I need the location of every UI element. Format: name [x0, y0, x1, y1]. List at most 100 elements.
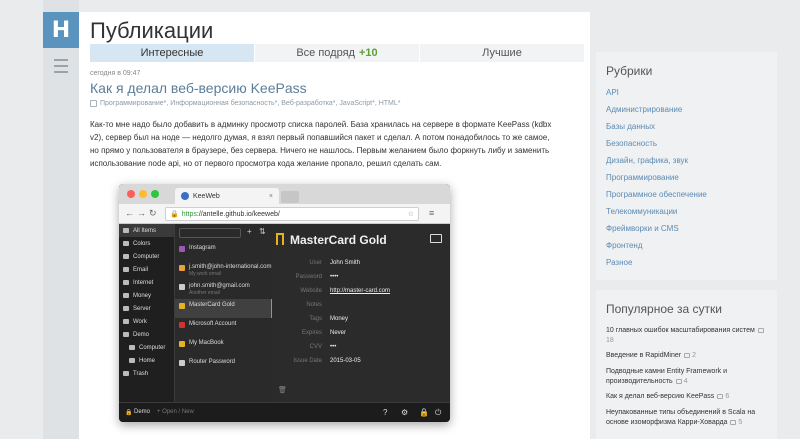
popular-title[interactable]: 10 главных ошибок масштабирования систем [606, 327, 755, 334]
list-icon [123, 228, 129, 233]
tag-icon [123, 306, 129, 311]
comments-count: 5 [730, 419, 742, 426]
sidebar-label: Trash [133, 370, 149, 377]
folder-icon [129, 358, 135, 363]
popular-heading: Популярное за сутки [606, 302, 722, 316]
sidebar-label: Computer [133, 253, 160, 260]
rubric-link[interactable]: Разное [606, 258, 632, 267]
rubric-link[interactable]: Программирование [606, 173, 679, 182]
field-label: User [309, 260, 322, 266]
forward-icon: → [137, 208, 146, 218]
entry-detail: MasterCard Gold User John Smith Password •… [272, 224, 450, 402]
list-item: Microsoft Account [175, 318, 273, 337]
popular-item[interactable]: Неупакованные типы объединений в Scala н… [606, 408, 771, 428]
popular-title[interactable]: Введение в RapidMiner [606, 352, 681, 359]
rubric-link[interactable]: Администрирование [606, 105, 682, 114]
comments-value: 4 [683, 378, 688, 385]
rubric-link[interactable]: Телекоммуникации [606, 207, 677, 216]
field-value: Money [330, 316, 349, 322]
tag-icon [123, 319, 129, 324]
entry-title: My MacBook [189, 340, 224, 346]
comments-value: 6 [725, 393, 730, 400]
rubric-link[interactable]: Безопасность [606, 139, 657, 148]
sidebar-item-computer-folder: Computer [119, 341, 174, 354]
reload-icon: ↻ [149, 208, 157, 218]
help-icon: ? [383, 408, 388, 417]
gear-icon: ⚙ [401, 408, 409, 417]
hubs-icon [90, 100, 97, 107]
entry-title: Router Password [189, 359, 236, 365]
site-logo[interactable]: H [43, 12, 79, 48]
keeweb-footer: 🔒 Demo + Open / New ? ⚙ 🔒 ⏻ [119, 402, 450, 422]
close-dot-icon [127, 190, 135, 198]
footer-open-new: + Open / New [157, 409, 194, 415]
post-text: Как-то мне надо было добавить в админку … [90, 120, 552, 168]
post-time: сегодня в 09:47 [90, 70, 141, 77]
list-item: john.smith@gmail.com Another email [175, 280, 273, 299]
entry-icon [179, 265, 185, 271]
rubric-link[interactable]: API [606, 88, 619, 97]
new-count-badge: +10 [358, 47, 378, 59]
comments-value: 2 [692, 352, 697, 359]
sort-icon: ⇅ [259, 227, 266, 236]
field-value: •••• [330, 274, 339, 280]
post: сегодня в 09:47 Как я делал веб-версию K… [90, 70, 585, 170]
browser-tab: KeeWeb × [175, 188, 279, 204]
popular-item[interactable]: Как я делал веб-версию KeePass 6 [606, 392, 771, 402]
comment-icon [757, 327, 764, 333]
field-value: John Smith [330, 260, 361, 266]
main-content: Публикации Интересные Все подряд +10 Лучш… [79, 12, 590, 439]
sidebar-label: Demo [133, 331, 150, 338]
rubric-link[interactable]: Фреймворки и CMS [606, 224, 679, 233]
entry-icon [179, 322, 185, 328]
entry-icon [179, 303, 185, 309]
rubric-link[interactable]: Программное обеспечение [606, 190, 707, 199]
entry-sub: Another email [189, 290, 220, 296]
rubric-link[interactable]: Базы данных [606, 122, 655, 131]
sidebar-item-email: Email [119, 263, 174, 276]
add-icon: + [247, 227, 252, 236]
field-label: Password [295, 274, 322, 280]
entry-title: john.smith@gmail.com [189, 283, 250, 289]
new-tab-icon [281, 191, 299, 203]
detail-field: Notes [272, 302, 450, 314]
popular-item[interactable]: Подводные камни Entity Framework и произ… [606, 367, 771, 387]
sidebar-item-server: Server [119, 302, 174, 315]
rubrics-heading: Рубрики [606, 64, 653, 78]
detail-field: Website http://master-card.com [272, 288, 450, 300]
hubs-list[interactable]: Программирование*, Информационная безопа… [100, 100, 401, 107]
field-label: Issue Date [293, 358, 322, 364]
back-icon: ← [125, 208, 134, 218]
url-field: 🔒 https://antelle.github.io/keeweb/ ☆ [165, 207, 419, 221]
detail-field: CVV ••• [272, 344, 450, 356]
list-item: Router Password [175, 356, 273, 375]
folder-icon [129, 345, 135, 350]
comments-count: 6 [717, 393, 729, 400]
comments-count: 4 [675, 378, 688, 385]
post-title-link[interactable]: Как я делал веб-версию KeePass [90, 80, 585, 96]
detail-field: Issue Date 2015-03-05 [272, 358, 450, 370]
bookmark-icon [276, 233, 284, 245]
rubric-link[interactable]: Фронтенд [606, 241, 643, 250]
close-icon: × [268, 192, 273, 200]
field-value: ••• [330, 344, 337, 350]
popular-title[interactable]: Подводные камни Entity Framework и произ… [606, 368, 727, 385]
rubric-link[interactable]: Дизайн, графика, звук [606, 156, 688, 165]
tab-interesting[interactable]: Интересные [90, 44, 255, 62]
sidebar-item-demo: Demo [119, 328, 174, 341]
search-input [179, 228, 241, 238]
browser-titlebar: KeeWeb × [119, 184, 450, 204]
entry-detail-title: MasterCard Gold [290, 233, 387, 247]
popular-title[interactable]: Как я делал веб-версию KeePass [606, 393, 714, 400]
color-icon [123, 241, 129, 246]
tab-label: Все подряд [296, 47, 355, 59]
popular-item[interactable]: Введение в RapidMiner 2 [606, 351, 771, 361]
entry-icon [179, 360, 185, 366]
list-item: j.smith@john-international.com My work em… [175, 261, 273, 280]
comment-icon [717, 393, 724, 399]
tab-all[interactable]: Все подряд +10 [255, 44, 420, 62]
post-hubs: Программирование*, Информационная безопа… [90, 100, 585, 107]
tab-best[interactable]: Лучшие [420, 44, 585, 62]
popular-item[interactable]: 10 главных ошибок масштабирования систем… [606, 326, 771, 346]
menu-icon[interactable] [43, 48, 79, 84]
